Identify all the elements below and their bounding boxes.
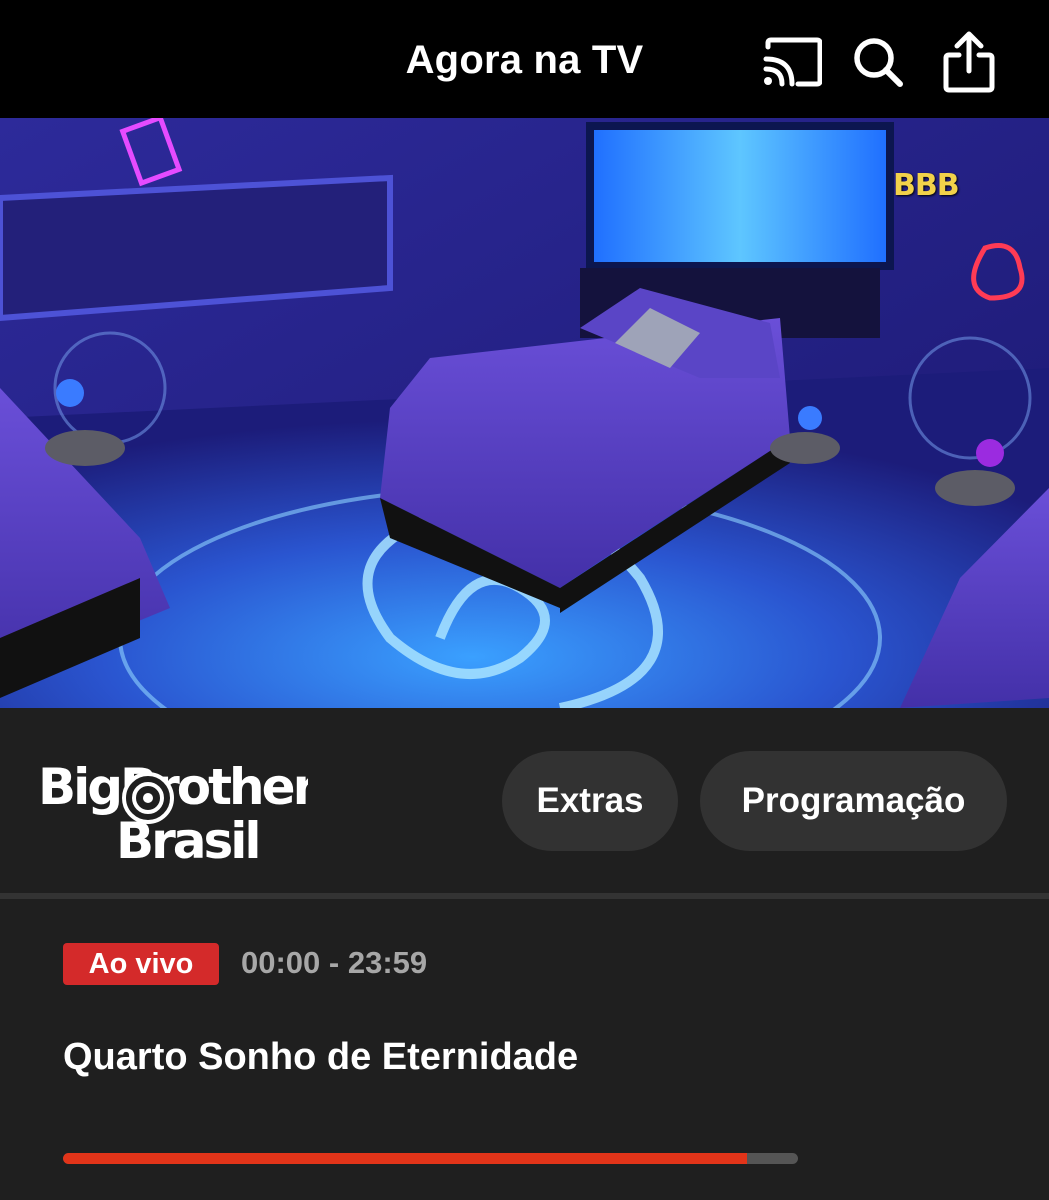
schedule-button[interactable]: Programação xyxy=(700,751,1007,851)
share-icon[interactable] xyxy=(937,30,1001,94)
live-video-player[interactable]: BBB xyxy=(0,118,1049,708)
top-bar: Agora na TV xyxy=(0,0,1049,118)
cast-icon[interactable] xyxy=(760,30,824,94)
big-brother-brasil-logo: BigBrother Brasil xyxy=(38,758,308,866)
show-header: BigBrother Brasil Extras Programação xyxy=(0,708,1049,893)
divider xyxy=(0,893,1049,899)
svg-text:BigBrother: BigBrother xyxy=(38,758,308,816)
live-camera-frame xyxy=(0,118,1049,708)
live-badge: Ao vivo xyxy=(63,943,219,985)
program-title: Quarto Sonho de Eternidade xyxy=(63,1036,579,1078)
channel-watermark: BBB xyxy=(893,168,960,203)
time-range: 00:00 - 23:59 xyxy=(241,945,428,980)
extras-button[interactable]: Extras xyxy=(502,751,678,851)
search-icon[interactable] xyxy=(846,30,910,94)
progress-fill xyxy=(63,1153,747,1164)
program-progress-bar xyxy=(63,1153,798,1164)
